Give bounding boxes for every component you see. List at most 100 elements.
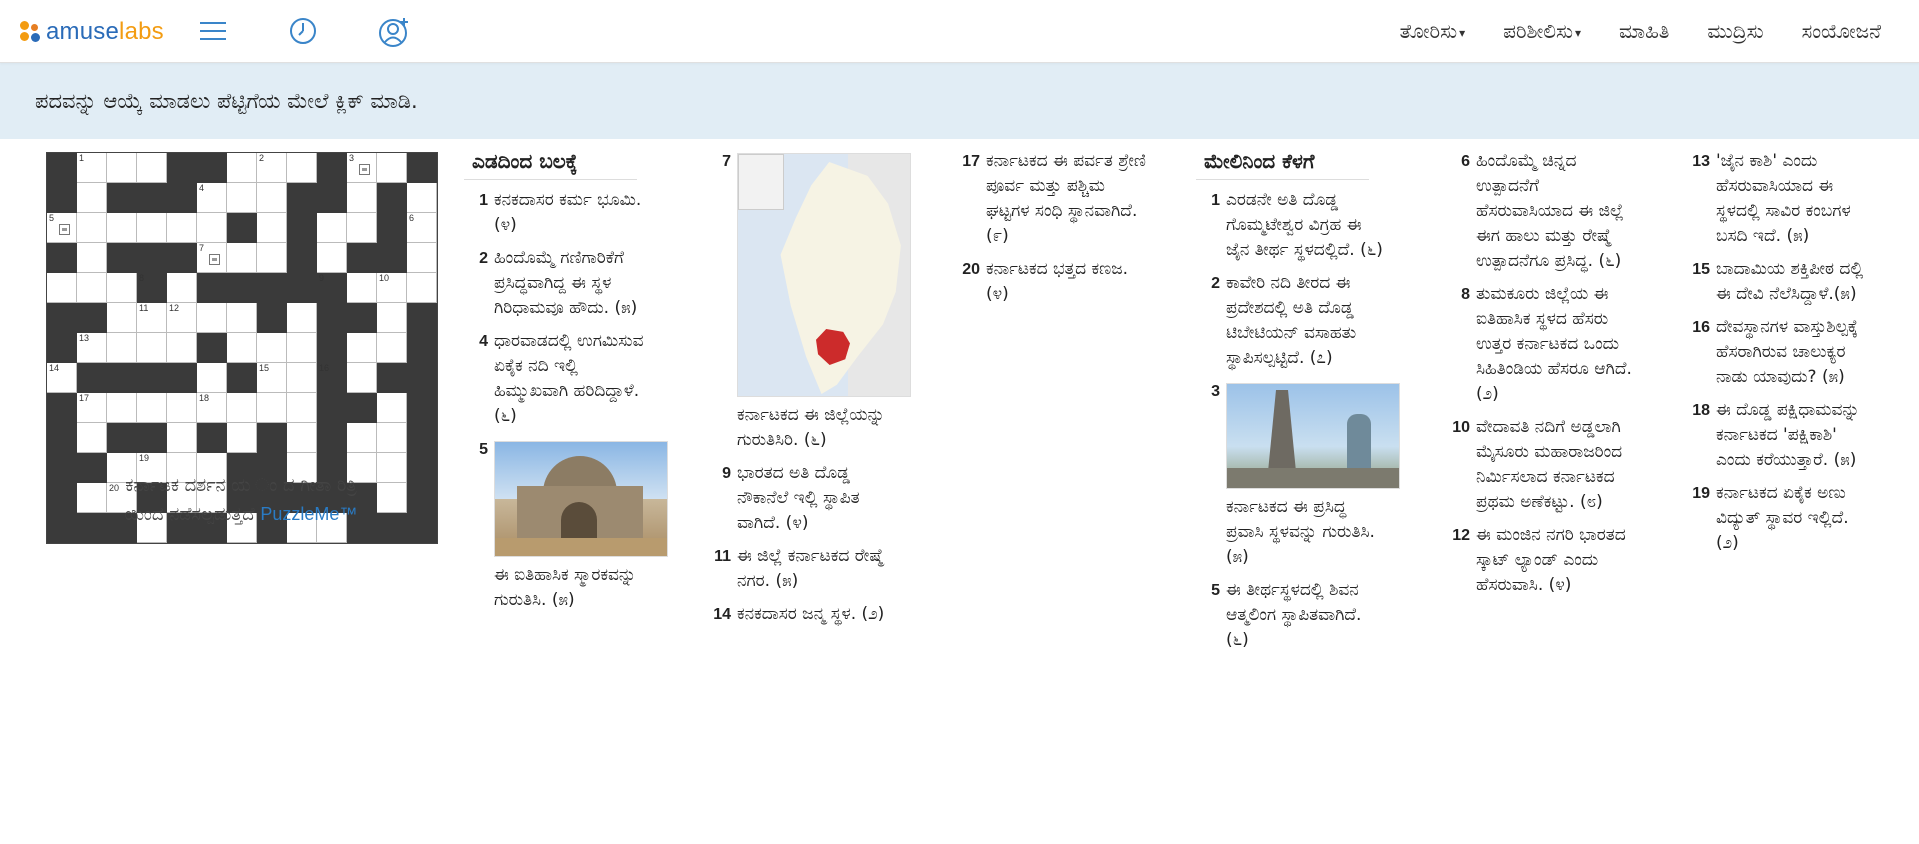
grid-cell[interactable] xyxy=(347,363,377,393)
grid-cell[interactable] xyxy=(317,243,347,273)
down-clue-3[interactable]: 3 ಕರ್ನಾಟಕದ ಈ ಪ್ರಸಿದ್ಧ ಪ್ರವಾಸಿ ಸ್ಥಳವನ್ನು … xyxy=(1196,379,1400,570)
menu-icon[interactable] xyxy=(198,16,228,50)
grid-cell[interactable] xyxy=(197,213,227,243)
across-clue-17[interactable]: 17 ಕರ್ನಾಟಕದ ಈ ಪರ್ವತ ಶ್ರೇಣಿ ಪೂರ್ವ ಮತ್ತು ಪಶ… xyxy=(956,149,1146,249)
menu-info[interactable]: ಮಾಹಿತಿ xyxy=(1619,19,1669,43)
grid-cell[interactable]: 2 xyxy=(257,153,287,183)
grid-cell[interactable]: 12 xyxy=(167,303,197,333)
down-clue-1[interactable]: 1 ಎರಡನೇ ಅತಿ ದೊಡ್ಡ ಗೊಮ್ಮಟೇಶ್ವರ ವಿಗ್ರಹ ಈ ಜೈ… xyxy=(1196,188,1400,263)
grid-cell[interactable] xyxy=(257,183,287,213)
down-clue-19[interactable]: 19 ಕರ್ನಾಟಕದ ಏಕೈಕ ಅಣು ವಿದ್ಯುತ್ ಸ್ಥಾವರ ಇಲ್ಲ… xyxy=(1686,481,1876,556)
grid-cell[interactable] xyxy=(167,393,197,423)
grid-cell[interactable] xyxy=(377,393,407,423)
across-clue-4[interactable]: 4 ಧಾರವಾಡದಲ್ಲಿ ಉಗಮಿಸುವ ಏಕೈಕ ನದಿ ಇಲ್ಲಿ ಹಿಮ್… xyxy=(464,329,668,429)
across-clue-2[interactable]: 2 ಹಿಂದೊಮ್ಮೆ ಗಣಿಗಾರಿಕೆಗೆ ಪ್ರಸಿದ್ಧವಾಗಿದ್ದ ಈ… xyxy=(464,246,668,321)
grid-cell[interactable] xyxy=(317,213,347,243)
down-clue-16[interactable]: 16 ದೇವಸ್ಥಾನಗಳ ವಾಸ್ತುಶಿಲ್ಪಕ್ಕೆ ಹೆಸರಾಗಿರುವ … xyxy=(1686,315,1876,390)
grid-cell[interactable]: 13 xyxy=(77,333,107,363)
grid-cell[interactable] xyxy=(407,273,437,303)
grid-cell[interactable] xyxy=(287,333,317,363)
grid-cell[interactable]: 18 xyxy=(197,393,227,423)
grid-cell[interactable] xyxy=(227,153,257,183)
grid-cell[interactable] xyxy=(77,243,107,273)
grid-cell[interactable] xyxy=(167,213,197,243)
clock-icon[interactable] xyxy=(288,16,318,50)
grid-cell[interactable] xyxy=(107,213,137,243)
down-clue-18[interactable]: 18 ಈ ದೊಡ್ಡ ಪಕ್ಷಿಧಾಮವನ್ನು ಕರ್ನಾಟಕದ 'ಪಕ್ಷಿಕ… xyxy=(1686,398,1876,473)
grid-cell[interactable]: 6 xyxy=(407,213,437,243)
across-clue-20[interactable]: 20 ಕರ್ನಾಟಕದ ಭತ್ತದ ಕಣಜ. (೪) xyxy=(956,257,1146,307)
grid-cell[interactable] xyxy=(77,273,107,303)
down-clue-15[interactable]: 15 ಬಾದಾಮಿಯ ಶಕ್ತಿಪೀಠ ದಲ್ಲಿ ಈ ದೇವಿ ನೆಲೆಸಿದ್… xyxy=(1686,257,1876,307)
down-clue-10[interactable]: 10 ವೇದಾವತಿ ನದಿಗೆ ಅಡ್ಡಲಾಗಿ ಮೈಸೂರು ಮಹಾರಾಜರಿ… xyxy=(1446,415,1636,515)
grid-cell[interactable] xyxy=(407,183,437,213)
menu-settings[interactable]: ಸಂಯೋಜನೆ xyxy=(1802,19,1881,43)
grid-cell[interactable]: 10 xyxy=(377,273,407,303)
grid-cell[interactable] xyxy=(257,243,287,273)
across-clue-7[interactable]: 7 ಕರ್ನಾಟಕದ ಈ ಜಿಲ್ಲೆಯನ್ನು ಗುರುತಿಸಿರಿ. (೬) xyxy=(707,149,911,453)
grid-cell[interactable] xyxy=(287,303,317,333)
grid-cell[interactable] xyxy=(137,153,167,183)
across-clue-14[interactable]: 14 ಕನಕದಾಸರ ಜನ್ಮ ಸ್ಥಳ. (೨) xyxy=(707,602,911,627)
grid-cell[interactable]: 15 xyxy=(257,363,287,393)
grid-cell[interactable] xyxy=(167,333,197,363)
grid-cell[interactable] xyxy=(377,303,407,333)
down-clue-2[interactable]: 2 ಕಾವೇರಿ ನದಿ ತೀರದ ಈ ಪ್ರದೇಶದಲ್ಲಿ ಅತಿ ದೊಡ್ಡ… xyxy=(1196,271,1400,371)
grid-cell[interactable]: 7 xyxy=(197,243,227,273)
grid-cell[interactable] xyxy=(197,303,227,333)
grid-cell[interactable]: 14 xyxy=(47,363,77,393)
grid-cell[interactable] xyxy=(347,333,377,363)
grid-cell[interactable] xyxy=(377,153,407,183)
grid-cell[interactable] xyxy=(287,393,317,423)
grid-cell[interactable] xyxy=(227,303,257,333)
grid-cell[interactable] xyxy=(347,213,377,243)
amuselabs-logo[interactable]: amuselabs xyxy=(20,18,164,46)
grid-cell[interactable] xyxy=(257,333,287,363)
grid-cell[interactable]: 17 xyxy=(77,393,107,423)
grid-cell[interactable] xyxy=(377,333,407,363)
across-clue-11[interactable]: 11 ಈ ಜಿಲ್ಲೆ ಕರ್ನಾಟಕದ ರೇಷ್ಮೆ ನಗರ. (೫) xyxy=(707,544,911,594)
grid-cell[interactable]: 1 xyxy=(77,153,107,183)
grid-cell[interactable]: 4 xyxy=(197,183,227,213)
grid-cell[interactable] xyxy=(347,183,377,213)
grid-cell[interactable] xyxy=(407,243,437,273)
down-clue-8[interactable]: 8 ತುಮಕೂರು ಜಿಲ್ಲೆಯ ಈ ಐತಿಹಾಸಿಕ ಸ್ಥಳದ ಹೆಸರು … xyxy=(1446,282,1636,407)
grid-cell[interactable] xyxy=(167,273,197,303)
grid-cell[interactable] xyxy=(287,153,317,183)
grid-cell[interactable] xyxy=(227,183,257,213)
grid-cell[interactable] xyxy=(107,153,137,183)
grid-cell[interactable] xyxy=(287,363,317,393)
grid-cell[interactable] xyxy=(137,393,167,423)
menu-reveal[interactable]: ತೋರಿಸು ▾ xyxy=(1400,19,1466,43)
down-clue-13[interactable]: 13 'ಜೈನ ಕಾಶಿ' ಎಂದು ಹೆಸರುವಾಸಿಯಾದ ಈ ಸ್ಥಳದಲ್… xyxy=(1686,149,1876,249)
grid-cell[interactable]: 5 xyxy=(47,213,77,243)
grid-cell[interactable] xyxy=(347,423,377,453)
menu-check[interactable]: ಪರಿಶೀಲಿಸು ▾ xyxy=(1503,19,1581,43)
grid-cell[interactable]: 3 xyxy=(347,153,377,183)
grid-cell[interactable] xyxy=(107,273,137,303)
grid-cell[interactable] xyxy=(377,423,407,453)
grid-cell[interactable] xyxy=(227,393,257,423)
menu-print[interactable]: ಮುದ್ರಿಸು xyxy=(1707,19,1763,43)
grid-cell[interactable] xyxy=(107,333,137,363)
grid-cell[interactable] xyxy=(77,183,107,213)
grid-cell[interactable] xyxy=(107,393,137,423)
across-clue-5[interactable]: 5 ಈ ಐತಿಹಾಸಿಕ ಸ್ಮಾರಕವನ್ನು ಗುರುತಿಸಿ. (೫) xyxy=(464,437,668,613)
down-clue-6[interactable]: 6 ಹಿಂದೊಮ್ಮೆ ಚಿನ್ನದ ಉತ್ಪಾದನೆಗೆ ಹೆಸರುವಾಸಿಯಾ… xyxy=(1446,149,1636,274)
grid-cell[interactable] xyxy=(257,213,287,243)
grid-cell[interactable] xyxy=(197,363,227,393)
grid-cell[interactable] xyxy=(137,333,167,363)
grid-cell[interactable] xyxy=(287,423,317,453)
grid-cell[interactable] xyxy=(227,333,257,363)
user-add-icon[interactable] xyxy=(378,16,410,52)
puzzleme-link[interactable]: PuzzleMe™ xyxy=(260,504,357,524)
grid-cell[interactable] xyxy=(107,303,137,333)
grid-cell[interactable] xyxy=(347,273,377,303)
down-clue-5[interactable]: 5ಈ ತೀರ್ಥಸ್ಥಳದಲ್ಲಿ ಶಿವನ ಆತ್ಮಲಿಂಗ ಸ್ಥಾಪಿತವ… xyxy=(1196,578,1400,653)
grid-cell[interactable] xyxy=(227,423,257,453)
grid-cell[interactable] xyxy=(77,213,107,243)
across-clue-1[interactable]: 1 ಕನಕದಾಸರ ಕರ್ಮ ಭೂಮಿ. (೪) xyxy=(464,188,668,238)
grid-cell[interactable]: 11 xyxy=(137,303,167,333)
grid-cell[interactable] xyxy=(137,213,167,243)
grid-cell[interactable] xyxy=(47,273,77,303)
